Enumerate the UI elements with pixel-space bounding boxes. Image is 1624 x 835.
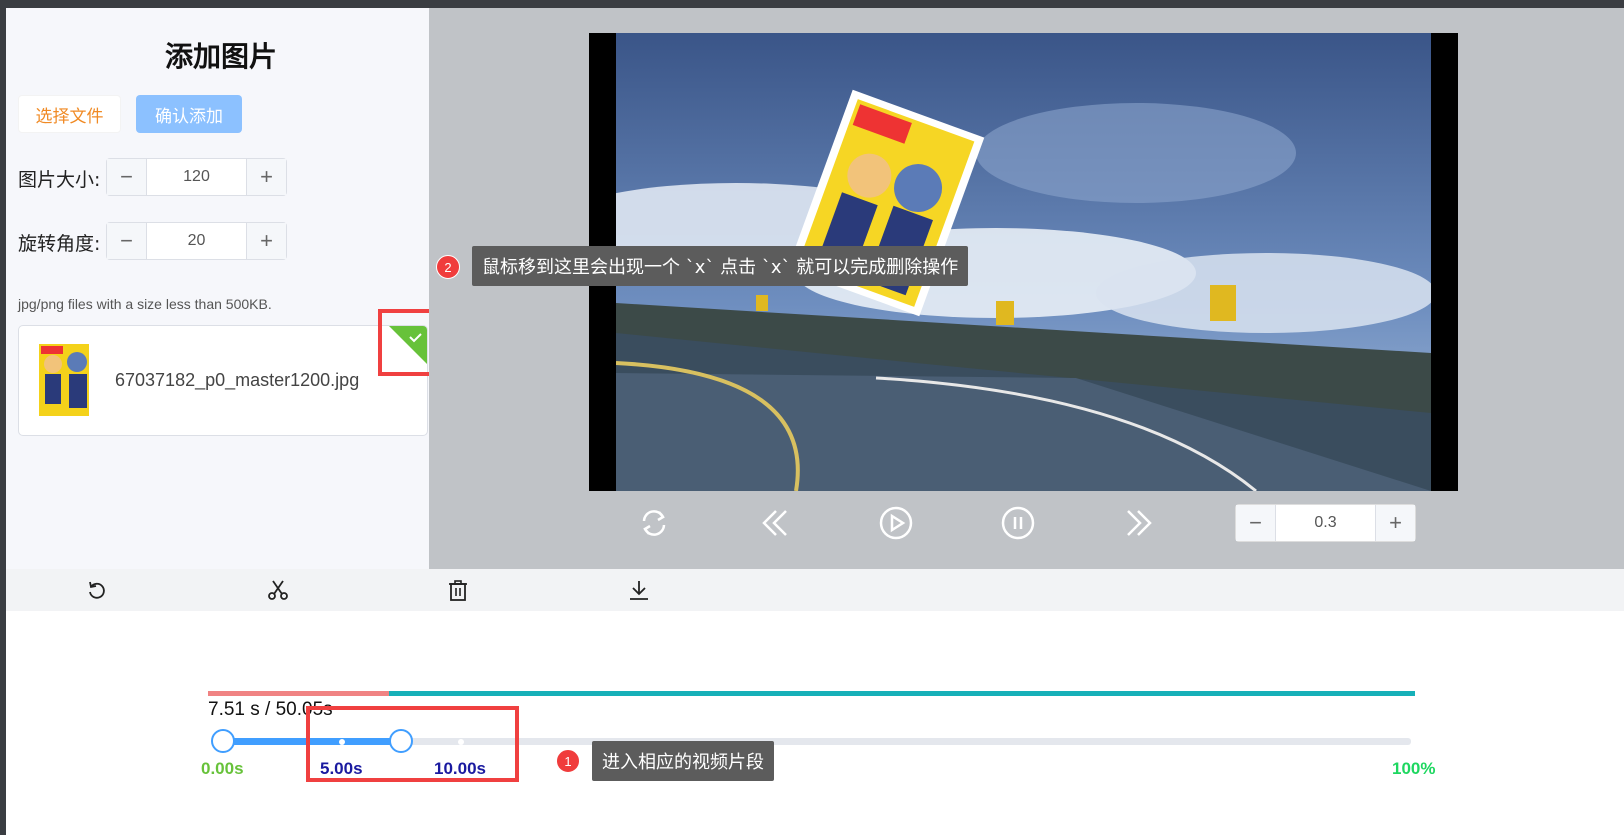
playback-progress-played	[208, 691, 389, 696]
trash-icon[interactable]	[446, 578, 470, 602]
upload-tip: jpg/png files with a size less than 500K…	[18, 296, 272, 312]
playback-progress-remaining[interactable]	[389, 691, 1415, 696]
scissors-icon[interactable]	[266, 578, 290, 602]
increase-speed-button[interactable]: +	[1375, 505, 1415, 541]
mark-start: 0.00s	[201, 759, 244, 778]
increase-rotation-button[interactable]: +	[246, 223, 286, 259]
image-size-input[interactable]: 120	[147, 159, 246, 195]
rewind-icon[interactable]	[758, 505, 794, 541]
image-size-label: 图片大小:	[18, 169, 101, 191]
annotation-tooltip-2: 鼠标移到这里会出现一个 `x` 点击 `x` 就可以完成删除操作	[472, 246, 969, 286]
rotation-input[interactable]: 20	[147, 223, 246, 259]
video-editor-app: 添加图片 选择文件 确认添加 图片大小: − 120 + 旋转角度: − 20 …	[6, 8, 1624, 835]
select-file-button[interactable]: 选择文件	[18, 95, 121, 133]
annotation-tooltip-1: 进入相应的视频片段	[592, 741, 774, 781]
file-name: 67037182_p0_master1200.jpg	[115, 370, 360, 390]
annotation-badge-2: 2	[436, 255, 460, 279]
playback-speed-stepper: − 0.3 +	[1235, 504, 1416, 542]
pause-icon[interactable]	[1000, 505, 1036, 541]
rotation-stepper: − 20 +	[106, 222, 287, 260]
decrease-rotation-button[interactable]: −	[107, 223, 147, 259]
uploaded-file-item[interactable]: 67037182_p0_master1200.jpg	[18, 325, 428, 436]
annotation-highlight-segments	[306, 706, 519, 782]
file-thumbnail	[35, 340, 97, 424]
image-size-stepper: − 120 +	[106, 158, 287, 196]
decrease-speed-button[interactable]: −	[1236, 505, 1276, 541]
video-preview-panel: − 0.3 +	[429, 8, 1624, 569]
mark-end: 100%	[1392, 759, 1436, 778]
rotation-label: 旋转角度:	[18, 233, 101, 255]
increase-size-button[interactable]: +	[246, 159, 286, 195]
segment-start-handle[interactable]	[211, 729, 235, 753]
download-icon[interactable]	[627, 578, 651, 602]
fast-forward-icon[interactable]	[1120, 505, 1156, 541]
add-image-panel: 添加图片 选择文件 确认添加 图片大小: − 120 + 旋转角度: − 20 …	[6, 8, 429, 569]
decrease-size-button[interactable]: −	[107, 159, 147, 195]
undo-icon[interactable]	[85, 578, 109, 602]
confirm-add-button[interactable]: 确认添加	[136, 95, 242, 133]
play-icon[interactable]	[878, 505, 914, 541]
panel-title: 添加图片	[164, 40, 277, 73]
edit-toolbar	[6, 569, 1624, 611]
replay-icon[interactable]	[636, 505, 672, 541]
playback-speed-input[interactable]: 0.3	[1276, 505, 1375, 541]
annotation-badge-1: 1	[556, 749, 580, 773]
